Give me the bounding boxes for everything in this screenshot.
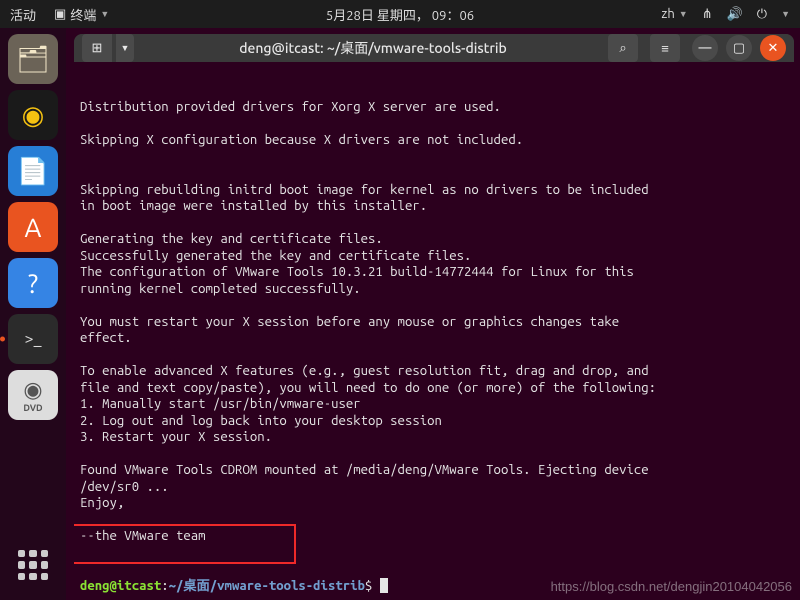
rhythmbox-icon[interactable]: ◉ [8,90,58,140]
ubuntu-dock: 🗂 ◉ 📄 A ? >_ ◉ DVD [0,28,66,600]
gnome-topbar: 活动 ▣ 终端 ▼ 5月28日 星期四， 09：06 zh ▼ ⋔ 🔊 ⏻ ▼ [0,0,800,28]
input-method-indicator[interactable]: zh ▼ [661,7,687,21]
menu-icon: ≡ [661,41,669,56]
terminal-cursor [380,578,388,593]
prompt-user: deng@itcast [80,579,161,593]
close-icon: ✕ [768,41,779,56]
app-menu-label: 终端 [70,5,96,24]
prompt-path: ~/桌面/vmware-tools-distrib [169,579,365,593]
close-button[interactable]: ✕ [760,35,786,61]
terminal-dock-icon[interactable]: >_ [8,314,58,364]
dvd-media-icon[interactable]: ◉ DVD [8,370,58,420]
ubuntu-software-icon[interactable]: A [8,202,58,252]
volume-icon[interactable]: 🔊 [727,7,743,22]
libreoffice-writer-icon[interactable]: 📄 [8,146,58,196]
network-icon[interactable]: ⋔ [702,7,713,22]
new-tab-button[interactable]: ⊞ [82,34,112,62]
chevron-down-icon: ▼ [100,9,109,19]
terminal-window: ⊞ ▼ deng@itcast: ~/桌面/vmware-tools-distr… [74,34,794,594]
search-icon: ⌕ [619,41,626,56]
show-applications-button[interactable] [8,540,58,590]
watermark-text: https://blog.csdn.net/dengjin20104042056 [551,579,792,594]
terminal-content[interactable]: Distribution provided drivers for Xorg X… [74,62,794,594]
input-method-label: zh [661,7,674,21]
clock[interactable]: 5月28日 星期四， 09：06 [326,5,474,24]
new-tab-icon: ⊞ [92,41,103,56]
power-icon[interactable]: ⏻ [757,7,767,22]
minimize-icon: — [699,41,712,55]
terminal-output: Distribution provided drivers for Xorg X… [80,99,788,545]
app-menu[interactable]: ▣ 终端 ▼ [54,5,109,24]
chevron-down-icon: ▼ [679,9,688,19]
chevron-down-icon: ▼ [781,9,790,19]
chevron-down-icon: ▼ [121,43,130,53]
window-titlebar: ⊞ ▼ deng@itcast: ~/桌面/vmware-tools-distr… [74,34,794,62]
help-icon[interactable]: ? [8,258,58,308]
hamburger-menu-button[interactable]: ≡ [650,34,680,62]
prompt-end: $ [365,579,372,593]
minimize-button[interactable]: — [692,35,718,61]
maximize-button[interactable]: ▢ [726,35,752,61]
search-button[interactable]: ⌕ [608,34,638,62]
tab-menu-button[interactable]: ▼ [116,34,134,62]
activities-button[interactable]: 活动 [10,5,36,24]
prompt-separator: : [161,579,168,593]
running-indicator-icon [0,337,5,342]
terminal-indicator-icon: ▣ [54,7,66,22]
window-title: deng@itcast: ~/桌面/vmware-tools-distrib [138,38,608,58]
maximize-icon: ▢ [733,41,745,56]
files-icon[interactable]: 🗂 [8,34,58,84]
